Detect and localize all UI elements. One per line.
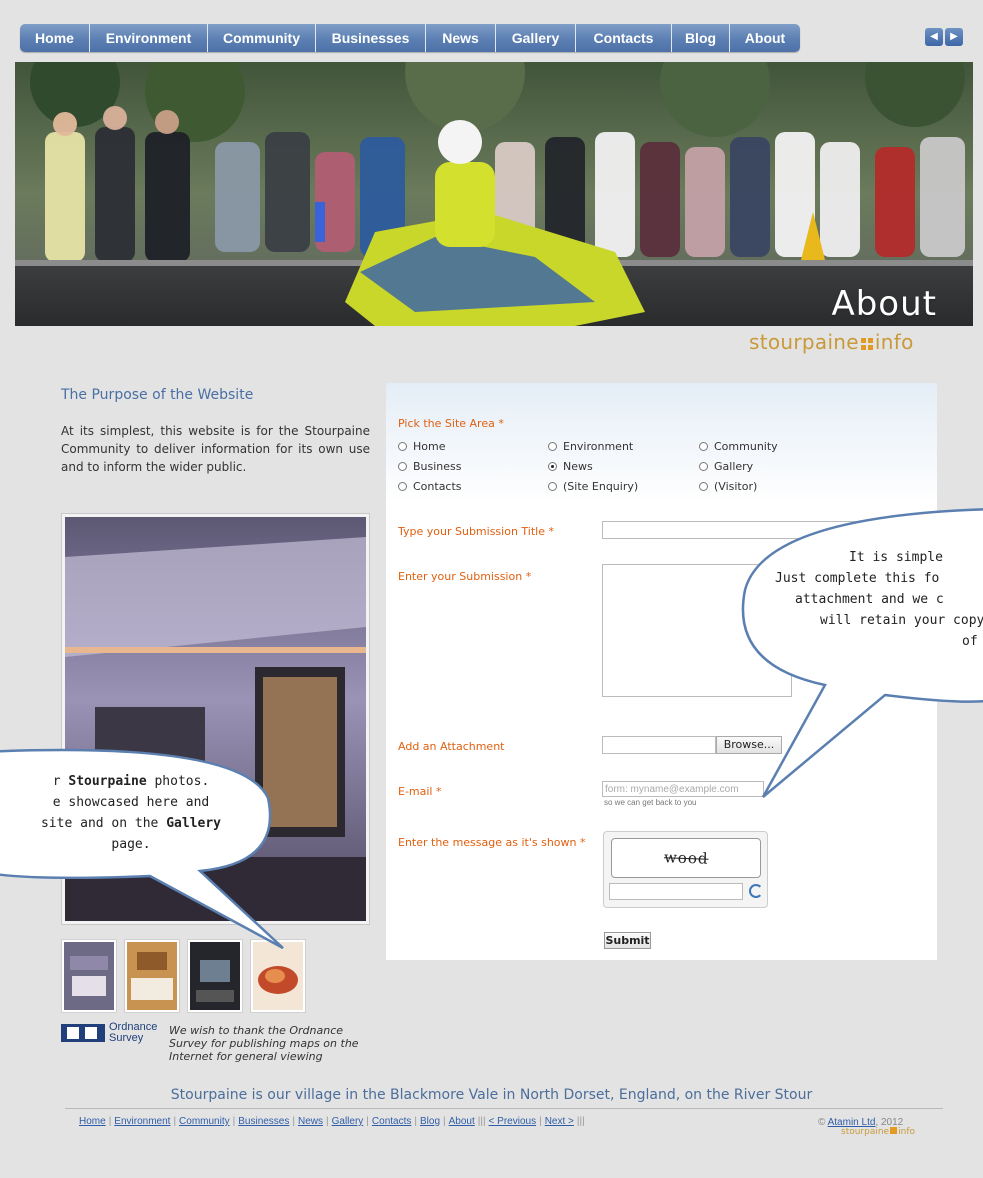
radio-home[interactable]: Home bbox=[398, 440, 445, 453]
email-label: E-mail * bbox=[398, 785, 442, 798]
radio-gallery[interactable]: Gallery bbox=[699, 460, 753, 473]
nav-community[interactable]: Community bbox=[208, 24, 316, 52]
previous-arrow-icon[interactable]: ◀ bbox=[925, 28, 943, 46]
footer-grid-icon bbox=[890, 1127, 898, 1134]
footer-link-gallery[interactable]: Gallery bbox=[332, 1116, 364, 1127]
captcha-input[interactable] bbox=[609, 883, 743, 900]
site-logo: stourpaine info bbox=[749, 330, 914, 354]
nav-environment[interactable]: Environment bbox=[90, 24, 208, 52]
page-title: About bbox=[831, 284, 937, 324]
attachment-file-input[interactable] bbox=[602, 736, 716, 754]
radio-visitor[interactable]: (Visitor) bbox=[699, 480, 757, 493]
footer-link-next[interactable]: Next > bbox=[545, 1116, 574, 1127]
footer-link-previous[interactable]: < Previous bbox=[489, 1116, 537, 1127]
next-arrow-icon[interactable]: ▶ bbox=[945, 28, 963, 46]
hero-photo bbox=[15, 62, 973, 326]
footer-link-environment[interactable]: Environment bbox=[114, 1116, 170, 1127]
radio-contacts[interactable]: Contacts bbox=[398, 480, 462, 493]
footer-link-community[interactable]: Community bbox=[179, 1116, 230, 1127]
os-badge-icon bbox=[61, 1024, 105, 1042]
right-bubble-text: It is simple Just complete this fo attac… bbox=[775, 550, 983, 649]
slide-arrows: ◀ ▶ bbox=[925, 28, 963, 46]
nav-businesses[interactable]: Businesses bbox=[316, 24, 426, 52]
os-thanks-text: We wish to thank the Ordnance Survey for… bbox=[169, 1024, 359, 1063]
footer-tagline: Stourpaine is our village in the Blackmo… bbox=[170, 1087, 813, 1103]
radio-business[interactable]: Business bbox=[398, 460, 462, 473]
hero-banner: About bbox=[15, 62, 973, 326]
purpose-text: At its simplest, this website is for the… bbox=[61, 424, 370, 474]
footer-link-news[interactable]: News bbox=[298, 1116, 323, 1127]
footer-links: Home | Environment | Community | Businesses | Ne… bbox=[79, 1116, 585, 1127]
nav-news[interactable]: News bbox=[426, 24, 496, 52]
captcha-label: Enter the message as it's shown * bbox=[398, 836, 586, 849]
nav-contacts[interactable]: Contacts bbox=[576, 24, 672, 52]
main-nav: Home Environment Community Businesses Ne… bbox=[20, 24, 800, 52]
footer-divider bbox=[65, 1108, 943, 1109]
nav-home[interactable]: Home bbox=[20, 24, 90, 52]
submission-label: Enter your Submission * bbox=[398, 570, 532, 583]
footer-logo: stourpaine info bbox=[841, 1127, 915, 1137]
radio-site-enquiry[interactable]: (Site Enquiry) bbox=[548, 480, 638, 493]
left-bubble-text: r Stourpaine photos. e showcased here an… bbox=[40, 774, 222, 852]
submit-button[interactable]: Submit bbox=[604, 932, 651, 949]
attachment-label: Add an Attachment bbox=[398, 740, 505, 753]
grid-logo-icon bbox=[860, 338, 873, 350]
ordnance-survey-logo[interactable]: Ordnance Survey bbox=[61, 1022, 157, 1044]
email-placeholder: form: myname@example.com bbox=[605, 784, 739, 795]
nav-blog[interactable]: Blog bbox=[672, 24, 730, 52]
footer-link-home[interactable]: Home bbox=[79, 1116, 106, 1127]
nav-about[interactable]: About bbox=[730, 24, 800, 52]
radio-community[interactable]: Community bbox=[699, 440, 778, 453]
refresh-icon[interactable] bbox=[749, 884, 763, 898]
footer-link-blog[interactable]: Blog bbox=[420, 1116, 440, 1127]
email-hint: so we can get back to you bbox=[604, 798, 697, 807]
nav-gallery[interactable]: Gallery bbox=[496, 24, 576, 52]
captcha-image: wood bbox=[611, 838, 761, 878]
purpose-heading: The Purpose of the Website bbox=[61, 387, 254, 403]
radio-environment[interactable]: Environment bbox=[548, 440, 633, 453]
site-area-label: Pick the Site Area * bbox=[398, 417, 504, 430]
radio-news[interactable]: News bbox=[548, 460, 593, 473]
footer-link-businesses[interactable]: Businesses bbox=[238, 1116, 289, 1127]
footer-link-contacts[interactable]: Contacts bbox=[372, 1116, 411, 1127]
footer-link-about[interactable]: About bbox=[449, 1116, 475, 1127]
title-label: Type your Submission Title * bbox=[398, 525, 554, 538]
